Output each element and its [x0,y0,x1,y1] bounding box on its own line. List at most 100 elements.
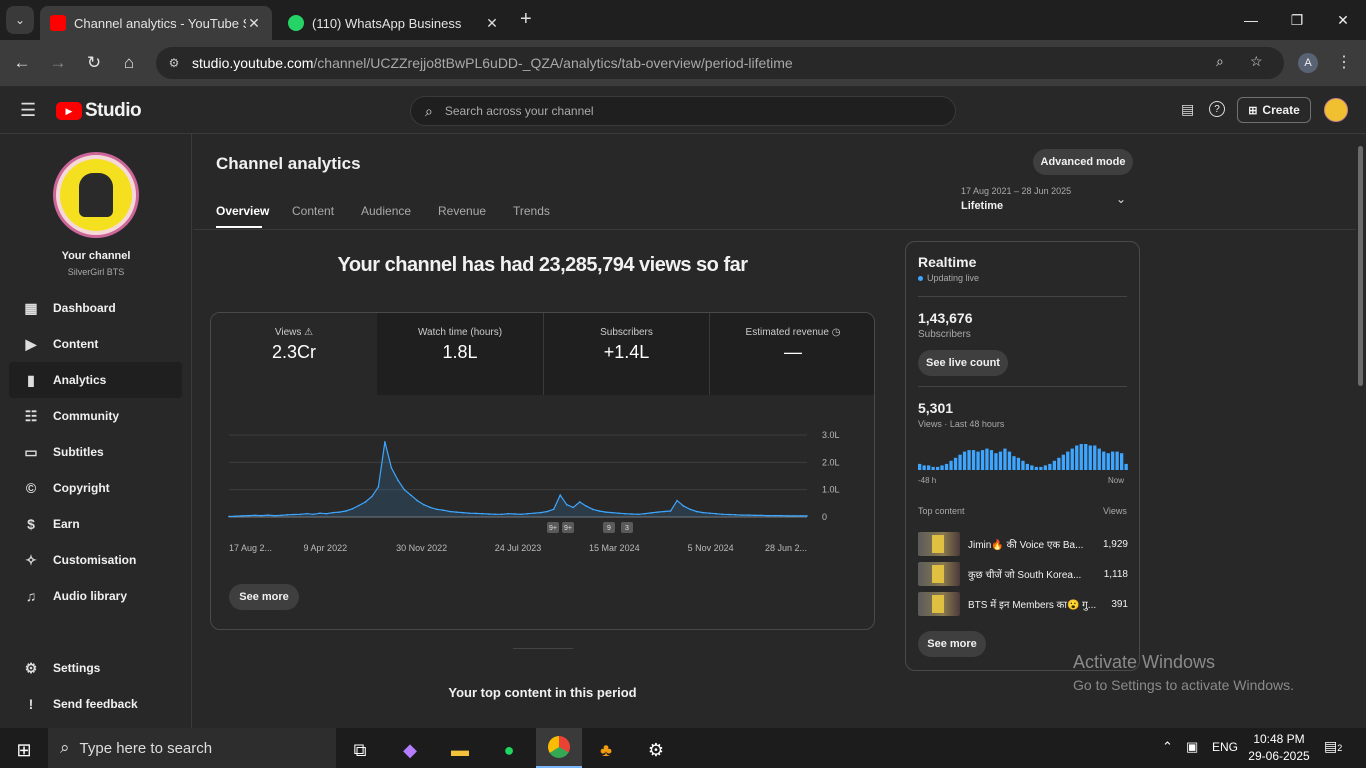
close-icon[interactable]: ✕ [484,15,500,32]
sidebar-item-subtitles[interactable]: ▭ Subtitles [9,434,182,470]
data-point [624,512,626,515]
advanced-mode-button[interactable]: Advanced mode [1033,149,1133,175]
data-point [442,509,445,511]
system-clock[interactable]: 10:48 PM 29-06-2025 [1246,732,1312,763]
address-bar[interactable]: ⚙ studio.youtube.com/channel/UCZZrejjo8t… [156,47,1284,79]
see-live-count-button[interactable]: See live count [918,350,1008,376]
channel-avatar[interactable] [53,152,139,238]
top-content-item[interactable]: कुछ चीजें जो South Korea... 1,118 [918,562,1128,586]
data-point [455,511,458,513]
chrome-icon[interactable] [536,728,582,768]
analytics-main: Channel analytics Advanced mode Overview… [193,134,1356,728]
sidebar-item-copyright[interactable]: © Copyright [9,470,182,506]
file-explorer-icon[interactable]: ▬ [440,732,480,768]
stat-watch-time[interactable]: Watch time (hours) 1.8L [377,313,543,395]
copilot-icon[interactable]: ◆ [390,732,430,768]
settings-gear-icon[interactable]: ⚙ [636,732,676,768]
sidebar-item-settings[interactable]: ⚙ Settings [9,650,182,686]
realtime-see-more-button[interactable]: See more [918,631,986,657]
realtime-bar [1079,444,1083,470]
language-indicator[interactable]: ENG [1212,740,1238,754]
hamburger-menu-icon[interactable]: ☰ [20,100,36,121]
stat-subscribers[interactable]: Subscribers +1.4L [543,313,709,395]
messages-icon[interactable]: ▤ [1181,101,1194,118]
realtime-bar [980,450,985,470]
minimize-button[interactable]: — [1228,0,1274,40]
data-point [676,499,678,502]
site-info-icon[interactable]: ⚙ [156,56,192,70]
reload-button[interactable]: ↻ [79,48,109,78]
browser-menu-icon[interactable]: ⋮ [1336,52,1352,72]
sidebar-item-earn[interactable]: $ Earn [9,506,182,542]
divider [918,296,1127,297]
browser-tab-youtube-studio[interactable]: Channel analytics - YouTube Studio ✕ [40,6,272,40]
channel-title: Your channel [61,250,131,262]
realtime-bar [1088,445,1092,470]
realtime-subscribers-label: Subscribers [918,329,971,340]
data-point [397,479,399,481]
tab-audience[interactable]: Audience [361,204,411,218]
realtime-views-label: Views · Last 48 hours [918,419,1005,429]
realtime-views-chart[interactable] [918,442,1129,472]
task-view-icon[interactable]: ⧉ [340,732,380,768]
profile-avatar[interactable]: A [1298,53,1318,73]
sidebar-item-content[interactable]: ▶ Content [9,326,182,362]
window-close-button[interactable]: ✕ [1320,0,1366,40]
back-button[interactable]: ← [7,48,37,78]
activate-windows-watermark: Activate Windows Go to Settings to activ… [1073,652,1294,693]
stat-views[interactable]: Views ⚠ 2.3Cr [211,313,377,395]
stat-estimated-revenue[interactable]: Estimated revenue ◷ — [709,313,874,395]
forward-button[interactable]: → [43,48,73,78]
realtime-bar [1097,448,1101,470]
data-point [669,510,672,512]
youtube-favicon-icon [50,15,66,31]
studio-logo[interactable]: ▶ Studio [56,100,142,122]
data-point [539,511,542,514]
realtime-bar [1052,460,1056,470]
tab-content[interactable]: Content [292,204,334,218]
windows-start-icon[interactable]: ⊞ [4,732,44,768]
data-point [293,513,295,516]
account-avatar[interactable] [1324,98,1348,122]
page-scrollbar[interactable] [1358,146,1363,386]
sidebar-item-customisation[interactable]: ✧ Customisation [9,542,182,578]
show-hidden-icons-chevron-up-icon[interactable]: ⌃ [1162,739,1173,755]
see-more-button[interactable]: See more [229,584,299,610]
data-point [487,513,490,515]
tab-revenue[interactable]: Revenue [438,204,486,218]
close-icon[interactable]: ✕ [246,15,262,32]
divider [918,386,1127,387]
bookmark-star-icon[interactable]: ☆ [1250,53,1263,70]
tab-overview[interactable]: Overview [216,204,269,218]
data-point [364,501,367,503]
top-content-item[interactable]: Jimin🔥 की Voice एक Ba... 1,929 [918,532,1128,556]
realtime-bar [1039,466,1043,470]
notification-icon[interactable]: ▤2 [1324,738,1342,755]
spotify-icon[interactable]: ● [489,732,529,768]
create-button[interactable]: ⊞ Create [1237,97,1311,123]
channel-search-input[interactable]: ⌕ Search across your channel [410,96,956,126]
help-icon[interactable]: ? [1209,101,1225,117]
sidebar-item-audio-library[interactable]: ♫ Audio library [9,578,182,614]
browser-tab-whatsapp[interactable]: (110) WhatsApp Business ✕ [278,6,510,40]
zoom-icon[interactable]: ⌕ [1216,53,1224,70]
taskbar-search-input[interactable]: ⌕ Type here to search [48,728,336,768]
tab-trends[interactable]: Trends [513,204,550,218]
network-icon[interactable]: ▣ [1186,739,1198,755]
sidebar-item-analytics[interactable]: ▮ Analytics [9,362,182,398]
date-range-picker[interactable]: 17 Aug 2021 – 28 Jun 2025 Lifetime ⌄ [961,186,1141,218]
realtime-bar [1021,460,1025,470]
restore-button[interactable]: ❐ [1274,0,1320,40]
realtime-card: Realtime Updating live 1,43,676 Subscrib… [905,241,1140,671]
sidebar-item-send-feedback[interactable]: ! Send feedback [9,686,182,722]
new-tab-button[interactable]: + [520,8,532,31]
views-chart[interactable]: 3.0L 2.0L 1.0L 0 9+ 9+ 9 3 17 Aug 2... 9 Apr 2022… [211,413,875,573]
sidebar-item-community[interactable]: ☷ Community [9,398,182,434]
data-point [520,513,523,516]
top-content-item[interactable]: BTS में इन Members का😮 गु... 391 [918,592,1128,616]
home-button[interactable]: ⌂ [114,48,144,78]
data-point [786,515,789,517]
tab-search-button[interactable]: ⌄ [6,6,34,34]
sidebar-item-dashboard[interactable]: ▦ Dashboard [9,290,182,326]
fl-studio-icon[interactable]: ♣ [586,732,626,768]
